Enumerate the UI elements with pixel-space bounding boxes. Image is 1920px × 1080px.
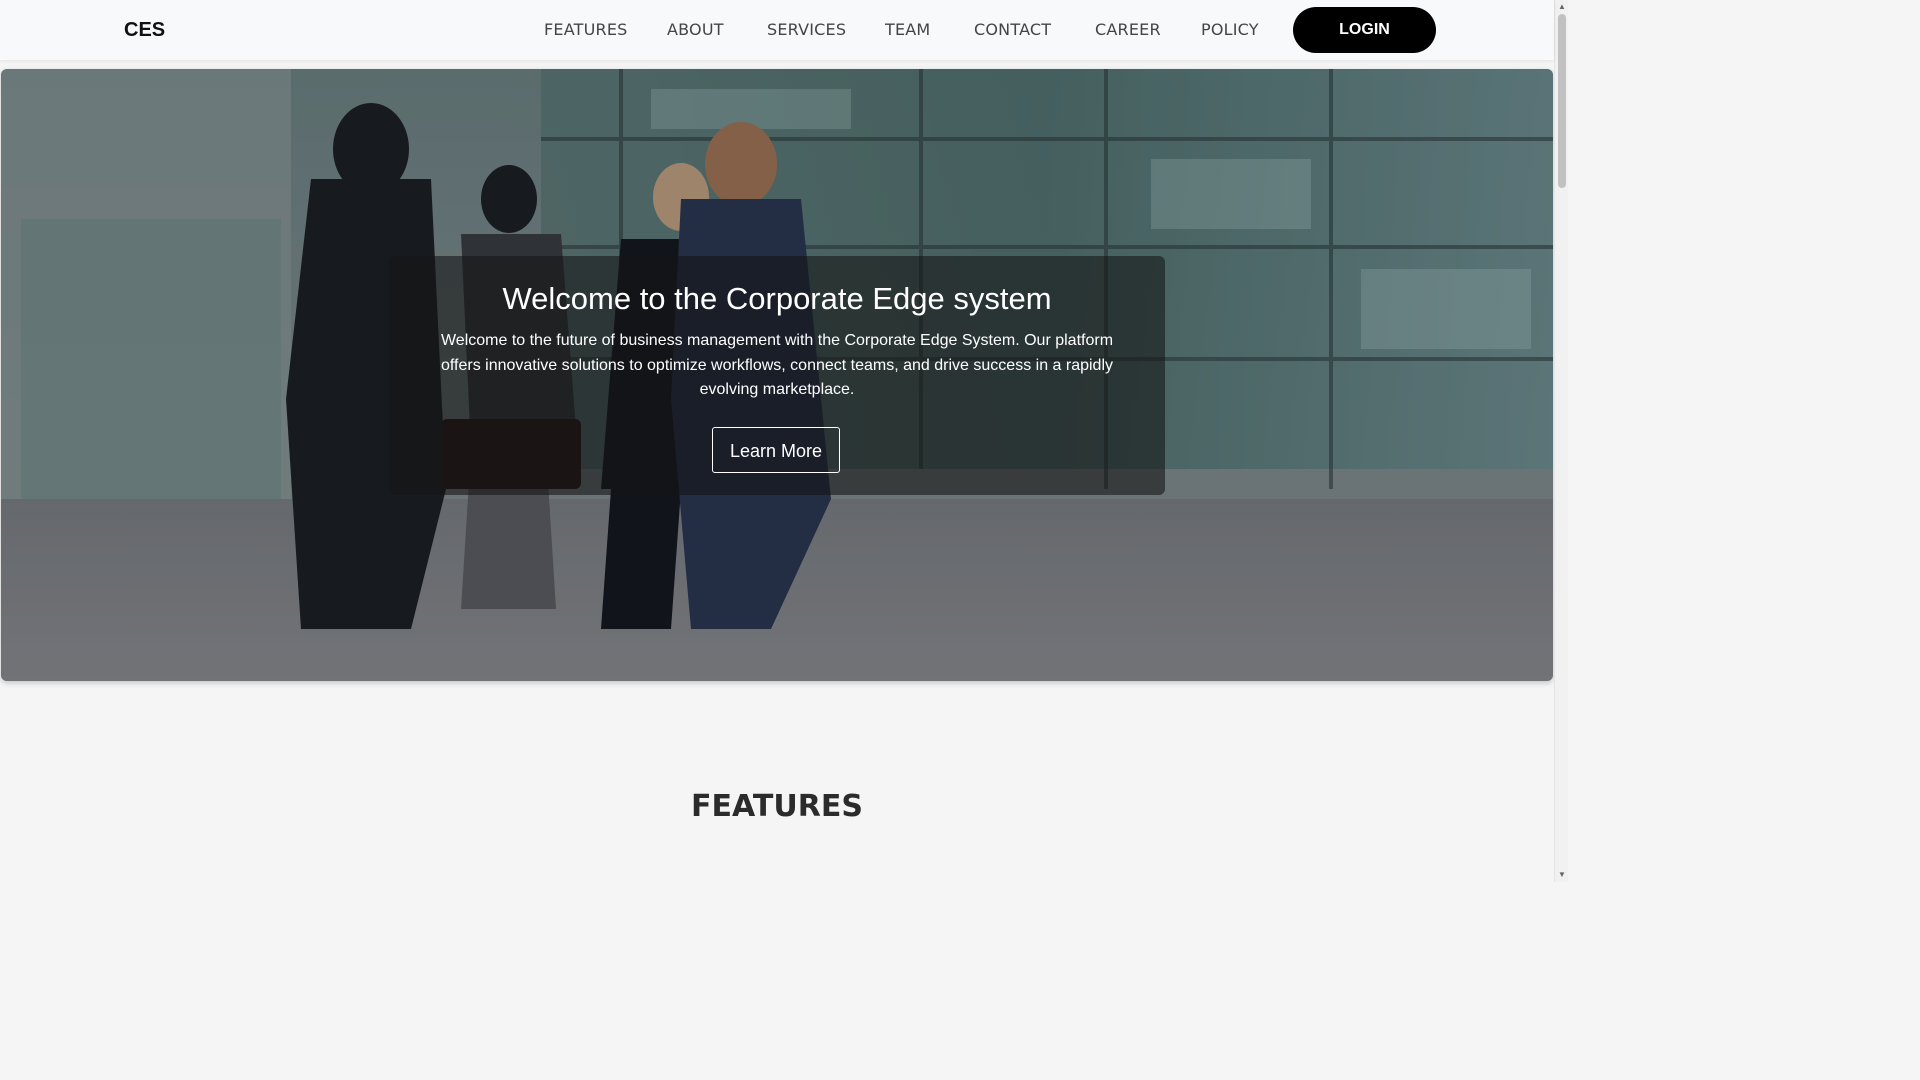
hero-card: Welcome to the Corporate Edge system Wel… [389, 256, 1165, 495]
scroll-up-arrow-icon[interactable]: ▲ [1555, 0, 1568, 14]
vertical-scrollbar[interactable]: ▲ ▼ [1554, 0, 1568, 882]
nav-link-services[interactable]: SERVICES [767, 17, 846, 43]
hero-description: Welcome to the future of business manage… [440, 332, 1114, 398]
nav-link-features[interactable]: FEATURES [544, 17, 627, 43]
nav-link-team[interactable]: TEAM [885, 17, 930, 43]
hero-banner: Welcome to the Corporate Edge system Wel… [1, 69, 1553, 681]
scrollbar-thumb[interactable] [1558, 14, 1566, 188]
top-navbar: CES FEATURES ABOUT SERVICES TEAM CONTACT… [0, 0, 1554, 60]
nav-link-policy[interactable]: POLICY [1201, 17, 1259, 43]
learn-more-button[interactable]: Learn More [712, 427, 840, 473]
hero-title: Welcome to the Corporate Edge system [502, 281, 1052, 316]
nav-link-about[interactable]: ABOUT [667, 17, 724, 43]
scroll-down-arrow-icon[interactable]: ▼ [1555, 868, 1568, 882]
login-button[interactable]: LOGIN [1293, 7, 1436, 53]
page: CES FEATURES ABOUT SERVICES TEAM CONTACT… [0, 0, 1568, 882]
features-heading: FEATURES [691, 789, 863, 824]
nav-link-career[interactable]: CAREER [1095, 17, 1161, 43]
nav-link-contact[interactable]: CONTACT [974, 17, 1051, 43]
